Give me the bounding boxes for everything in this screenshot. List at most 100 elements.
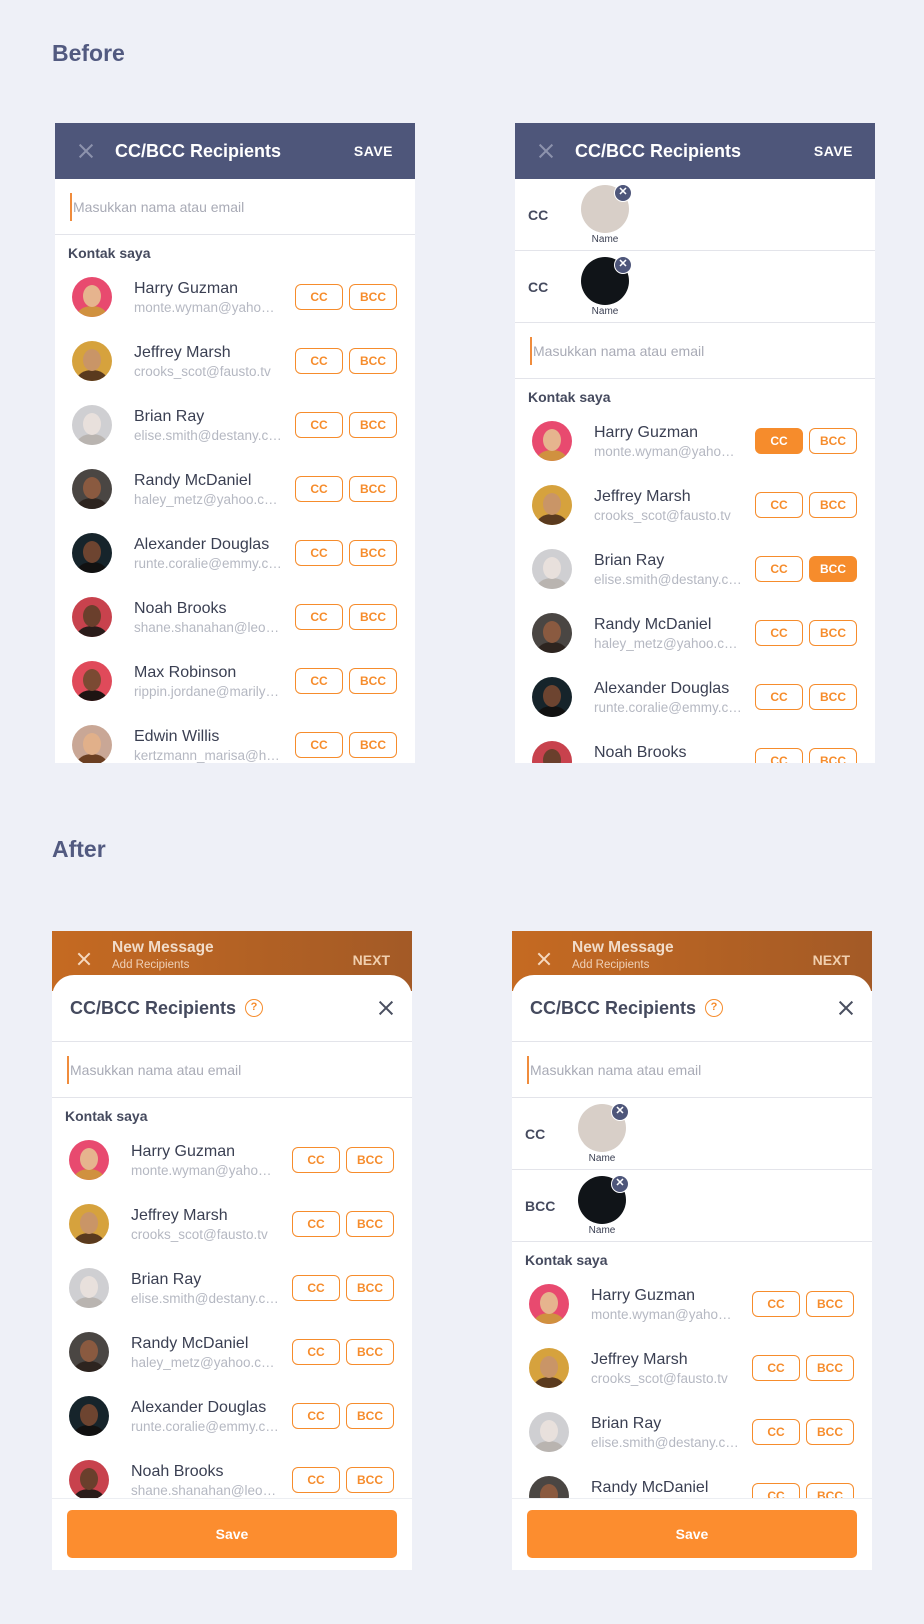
- remove-recipient-icon[interactable]: ✕: [614, 184, 632, 202]
- recipient-type-buttons: CC BCC: [295, 284, 397, 310]
- cc-button[interactable]: CC: [755, 684, 803, 710]
- contact-name: Randy McDaniel: [594, 615, 712, 633]
- cc-button[interactable]: CC: [295, 540, 343, 566]
- close-icon[interactable]: [536, 951, 552, 967]
- cc-button[interactable]: CC: [752, 1291, 800, 1317]
- save-button[interactable]: Save: [527, 1510, 857, 1558]
- bcc-button[interactable]: BCC: [346, 1339, 394, 1365]
- avatar-body: [537, 578, 567, 589]
- cc-button[interactable]: CC: [295, 348, 343, 374]
- cc-button[interactable]: CC: [755, 748, 803, 763]
- cc-button[interactable]: CC: [292, 1211, 340, 1237]
- bcc-button[interactable]: BCC: [349, 348, 397, 374]
- search-input[interactable]: Masukkan nama atau email: [512, 1042, 872, 1098]
- bcc-button[interactable]: BCC: [346, 1403, 394, 1429]
- cc-button[interactable]: CC: [295, 284, 343, 310]
- help-icon[interactable]: ?: [245, 999, 264, 1017]
- cc-button[interactable]: CC: [755, 556, 803, 582]
- bcc-button[interactable]: BCC: [349, 476, 397, 502]
- contact-name: Randy McDaniel: [131, 1334, 249, 1352]
- contact-info: Randy McDaniel haley_metz@yahoo.com: [594, 615, 742, 652]
- contact-row: Brian Ray elise.smith@destany.com CC BCC: [52, 1256, 412, 1320]
- cc-button[interactable]: CC: [295, 604, 343, 630]
- search-input[interactable]: Masukkan nama atau email: [515, 323, 875, 379]
- contact-info: Harry Guzman monte.wyman@yahoo.com: [594, 423, 742, 460]
- cc-button[interactable]: CC: [292, 1147, 340, 1173]
- bcc-button[interactable]: BCC: [809, 492, 857, 518]
- cc-button[interactable]: CC: [755, 492, 803, 518]
- bcc-button[interactable]: BCC: [346, 1467, 394, 1493]
- save-button[interactable]: SAVE: [814, 143, 853, 159]
- cc-button[interactable]: CC: [292, 1467, 340, 1493]
- search-placeholder: Masukkan nama atau email: [70, 1061, 242, 1078]
- contact-name: Noah Brooks: [134, 599, 227, 617]
- contact-row: Randy McDaniel haley_metz@yahoo.com CCBCC: [55, 457, 415, 521]
- bcc-button[interactable]: BCC: [809, 556, 857, 582]
- cc-button[interactable]: CC: [755, 620, 803, 646]
- help-icon[interactable]: ?: [705, 999, 724, 1017]
- text-caret: [67, 1055, 69, 1084]
- contact-row: Harry Guzman monte.wyman@yahoo.com CC BCC: [515, 409, 875, 473]
- avatar-body: [74, 1233, 104, 1244]
- sheet-header: CC/BCC Recipients ?: [52, 975, 412, 1042]
- cc-button[interactable]: CC: [295, 476, 343, 502]
- bcc-button[interactable]: BCC: [349, 412, 397, 438]
- search-input[interactable]: Masukkan nama atau email: [55, 179, 415, 235]
- bcc-button[interactable]: BCC: [349, 604, 397, 630]
- contact-name: Jeffrey Marsh: [594, 487, 691, 505]
- close-icon[interactable]: [76, 951, 92, 967]
- bcc-button[interactable]: BCC: [806, 1355, 854, 1381]
- recipient-type-buttons: CC BCC: [755, 492, 857, 518]
- avatar-body: [537, 706, 567, 717]
- cc-button[interactable]: CC: [755, 428, 803, 454]
- save-button[interactable]: Save: [67, 1510, 397, 1558]
- remove-recipient-icon[interactable]: ✕: [611, 1175, 629, 1193]
- avatar-body: [74, 1425, 104, 1436]
- bcc-button[interactable]: BCC: [806, 1291, 854, 1317]
- bcc-button[interactable]: BCC: [349, 668, 397, 694]
- recipient-type-buttons: CC BCC: [292, 1467, 394, 1493]
- cc-button[interactable]: CC: [292, 1403, 340, 1429]
- bcc-button[interactable]: BCC: [349, 284, 397, 310]
- bcc-button[interactable]: BCC: [806, 1419, 854, 1445]
- cc-button[interactable]: CC: [752, 1419, 800, 1445]
- contact-info: Jeffrey Marsh crooks_scot@fausto.tv: [594, 487, 742, 524]
- cc-button[interactable]: CC: [292, 1339, 340, 1365]
- close-icon[interactable]: [77, 142, 95, 160]
- save-button[interactable]: SAVE: [354, 143, 393, 159]
- cc-button[interactable]: CC: [292, 1275, 340, 1301]
- recipient-type-buttons: CC BCC: [755, 620, 857, 646]
- bcc-button[interactable]: BCC: [809, 684, 857, 710]
- bcc-button[interactable]: BCC: [346, 1147, 394, 1173]
- close-icon[interactable]: [378, 1000, 394, 1016]
- bcc-button[interactable]: BCC: [809, 428, 857, 454]
- avatar-face: [83, 349, 101, 371]
- contact-info: Alexander Douglas runte.coralie@emmy.com: [131, 1398, 279, 1435]
- bcc-button[interactable]: BCC: [349, 732, 397, 758]
- cc-button[interactable]: CC: [295, 732, 343, 758]
- remove-recipient-icon[interactable]: ✕: [611, 1103, 629, 1121]
- contact-name: Edwin Willis: [134, 727, 220, 745]
- close-icon[interactable]: [838, 1000, 854, 1016]
- avatar: [69, 1140, 109, 1180]
- recipients-sheet: CC/BCC Recipients ? Masukkan nama atau e…: [512, 975, 872, 1570]
- cc-button[interactable]: CC: [295, 412, 343, 438]
- contact-email: monte.wyman@yahoo.com: [134, 299, 282, 315]
- bcc-button[interactable]: BCC: [346, 1275, 394, 1301]
- avatar: [69, 1268, 109, 1308]
- close-icon[interactable]: [537, 142, 555, 160]
- cc-button[interactable]: CC: [752, 1355, 800, 1381]
- avatar-face: [543, 685, 561, 707]
- bcc-button[interactable]: BCC: [346, 1211, 394, 1237]
- bcc-button[interactable]: BCC: [809, 748, 857, 763]
- search-input[interactable]: Masukkan nama atau email: [52, 1042, 412, 1098]
- avatar-face: [80, 1148, 98, 1170]
- remove-recipient-icon[interactable]: ✕: [614, 256, 632, 274]
- recipient-chip: Name ✕: [578, 1103, 629, 1164]
- bcc-button[interactable]: BCC: [349, 540, 397, 566]
- bcc-button[interactable]: BCC: [809, 620, 857, 646]
- contact-info: Noah Brooks shane.shanahan@leopold.com: [131, 1462, 279, 1499]
- contact-row: Jeffrey Marsh crooks_scot@fausto.tv CC BCC: [55, 329, 415, 393]
- contact-list: Harry Guzman monte.wyman@yahoo.com CC BCC Je…: [515, 409, 875, 763]
- cc-button[interactable]: CC: [295, 668, 343, 694]
